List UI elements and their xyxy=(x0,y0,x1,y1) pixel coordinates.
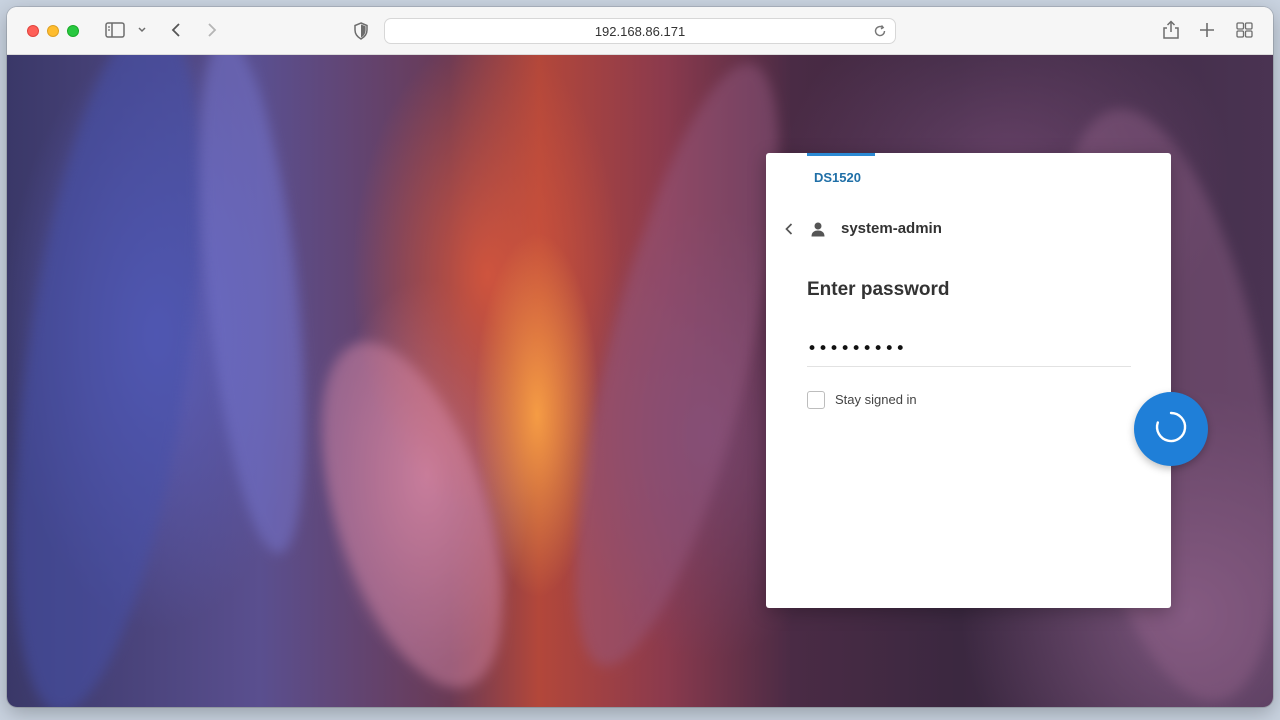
stay-signed-in-checkbox[interactable] xyxy=(807,391,825,409)
background-texture xyxy=(285,320,539,707)
plus-icon[interactable] xyxy=(1199,22,1215,38)
chevron-down-icon[interactable] xyxy=(137,26,147,34)
sidebar-icon[interactable] xyxy=(105,22,125,38)
url-text: 192.168.86.171 xyxy=(594,23,686,39)
browser-window: 192.168.86.171 DS1520 system-admin Enter… xyxy=(7,7,1273,707)
close-window-button[interactable] xyxy=(27,25,39,37)
background-texture xyxy=(180,55,324,559)
reload-icon[interactable] xyxy=(873,24,887,41)
loading-spinner-icon xyxy=(1153,409,1189,450)
active-tab-indicator xyxy=(807,153,875,156)
password-heading: Enter password xyxy=(807,279,950,300)
browser-toolbar: 192.168.86.171 xyxy=(7,7,1273,55)
sign-in-button[interactable] xyxy=(1134,392,1208,466)
host-label: DS1520 xyxy=(814,170,861,185)
grid-icon[interactable] xyxy=(1236,22,1253,38)
minimize-window-button[interactable] xyxy=(47,25,59,37)
address-bar[interactable]: 192.168.86.171 xyxy=(384,18,896,44)
login-dialog: DS1520 system-admin Enter password Stay … xyxy=(766,153,1171,608)
shield-icon[interactable] xyxy=(353,22,369,40)
zoom-window-button[interactable] xyxy=(67,25,79,37)
password-field[interactable] xyxy=(807,331,1131,367)
username-label: system-admin xyxy=(841,220,942,237)
share-icon[interactable] xyxy=(1162,20,1180,40)
back-arrow-icon[interactable] xyxy=(783,221,795,242)
user-icon xyxy=(810,221,826,242)
chevron-left-icon[interactable] xyxy=(170,22,182,38)
stay-signed-in-label[interactable]: Stay signed in xyxy=(835,392,917,407)
chevron-right-icon[interactable] xyxy=(206,22,218,38)
